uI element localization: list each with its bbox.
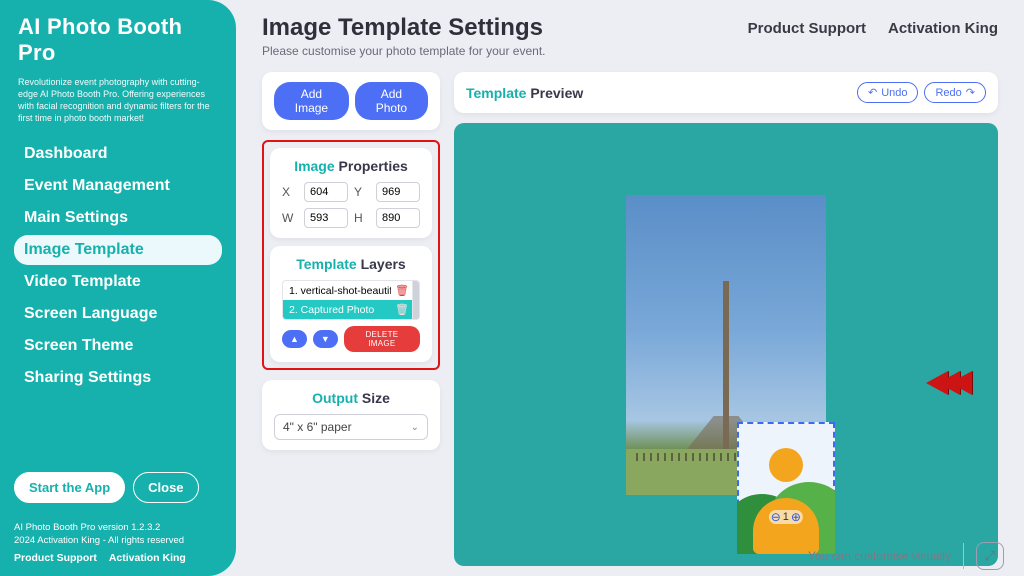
trash-icon[interactable]: 🗑 [395, 284, 409, 297]
layer-up-button[interactable]: ▲ [282, 330, 307, 348]
w-label: W [282, 211, 298, 225]
sidebar-item-event-management[interactable]: Event Management [14, 171, 222, 201]
h-label: H [354, 211, 370, 225]
y-input[interactable] [376, 182, 420, 202]
sidebar-nav: DashboardEvent ManagementMain SettingsIm… [14, 139, 222, 393]
zoom-out-icon[interactable]: ⊖ [771, 510, 781, 524]
highlighted-region: Image Properties X Y W H Template Layers [262, 140, 440, 370]
footer-activation-link[interactable]: Activation King [109, 551, 186, 566]
redo-button[interactable]: Redo↷ [924, 82, 986, 103]
h-input[interactable] [376, 208, 420, 228]
template-canvas[interactable]: ⊖ 1 ⊕ [454, 123, 998, 566]
undo-button[interactable]: ↶Undo [857, 82, 919, 103]
zoom-value: 1 [783, 511, 789, 523]
sidebar-item-main-settings[interactable]: Main Settings [14, 203, 222, 233]
w-input[interactable] [304, 208, 348, 228]
x-input[interactable] [304, 182, 348, 202]
sidebar-item-video-template[interactable]: Video Template [14, 267, 222, 297]
top-support-link[interactable]: Product Support [748, 20, 866, 37]
start-app-button[interactable]: Start the App [14, 472, 125, 503]
chevron-down-icon: ⌄ [411, 422, 419, 433]
close-button[interactable]: Close [133, 472, 198, 503]
sidebar-item-dashboard[interactable]: Dashboard [14, 139, 222, 169]
layers-list[interactable]: 1. vertical-shot-beautiful-eiff🗑2. Captu… [282, 280, 420, 320]
captured-photo-layer[interactable]: ⊖ 1 ⊕ [737, 422, 835, 554]
page-title: Image Template Settings [262, 14, 543, 42]
sidebar: AI Photo Booth Pro Revolutionize event p… [0, 0, 236, 576]
output-size-select[interactable]: 4" x 6" paper ⌄ [274, 414, 428, 440]
sidebar-item-screen-theme[interactable]: Screen Theme [14, 331, 222, 361]
main: Image Template Settings Product Support … [236, 0, 1024, 576]
expand-button[interactable]: ⤢ [976, 542, 1004, 570]
app-title: AI Photo Booth Pro [18, 14, 222, 66]
add-image-button[interactable]: Add Image [274, 82, 349, 120]
output-size-panel: Output Size 4" x 6" paper ⌄ [262, 380, 440, 450]
sidebar-item-screen-language[interactable]: Screen Language [14, 299, 222, 329]
sidebar-footer: AI Photo Booth Pro version 1.2.3.2 2024 … [14, 521, 222, 566]
page-subtitle: Please customise your photo template for… [262, 44, 998, 58]
trash-icon[interactable]: 🗑 [395, 303, 409, 316]
app-description: Revolutionize event photography with cut… [18, 76, 218, 125]
zoom-in-icon[interactable]: ⊕ [791, 510, 801, 524]
y-label: Y [354, 185, 370, 199]
top-activation-link[interactable]: Activation King [888, 20, 998, 37]
footer-support-link[interactable]: Product Support [14, 551, 97, 566]
preview-header: Template Preview ↶Undo Redo↷ [454, 72, 998, 113]
layer-row[interactable]: 2. Captured Photo🗑 [283, 300, 419, 319]
image-properties-panel: Image Properties X Y W H [270, 148, 432, 238]
sidebar-item-sharing-settings[interactable]: Sharing Settings [14, 363, 222, 393]
copyright-text: 2024 Activation King - All rights reserv… [14, 534, 222, 547]
undo-icon: ↶ [868, 86, 877, 99]
add-photo-button[interactable]: Add Photo [355, 82, 428, 120]
x-label: X [282, 185, 298, 199]
template-layers-panel: Template Layers 1. vertical-shot-beautif… [270, 246, 432, 362]
zoom-controls: ⊖ 1 ⊕ [769, 510, 803, 524]
redo-icon: ↷ [966, 86, 975, 99]
arrow-annotation [936, 371, 972, 395]
sidebar-item-image-template[interactable]: Image Template [14, 235, 222, 265]
layer-row[interactable]: 1. vertical-shot-beautiful-eiff🗑 [283, 281, 419, 300]
delete-image-button[interactable]: DELETE IMAGE [344, 326, 420, 352]
version-text: AI Photo Booth Pro version 1.2.3.2 [14, 521, 222, 534]
customise-note: You can customise visually [808, 549, 951, 563]
layer-down-button[interactable]: ▼ [313, 330, 338, 348]
